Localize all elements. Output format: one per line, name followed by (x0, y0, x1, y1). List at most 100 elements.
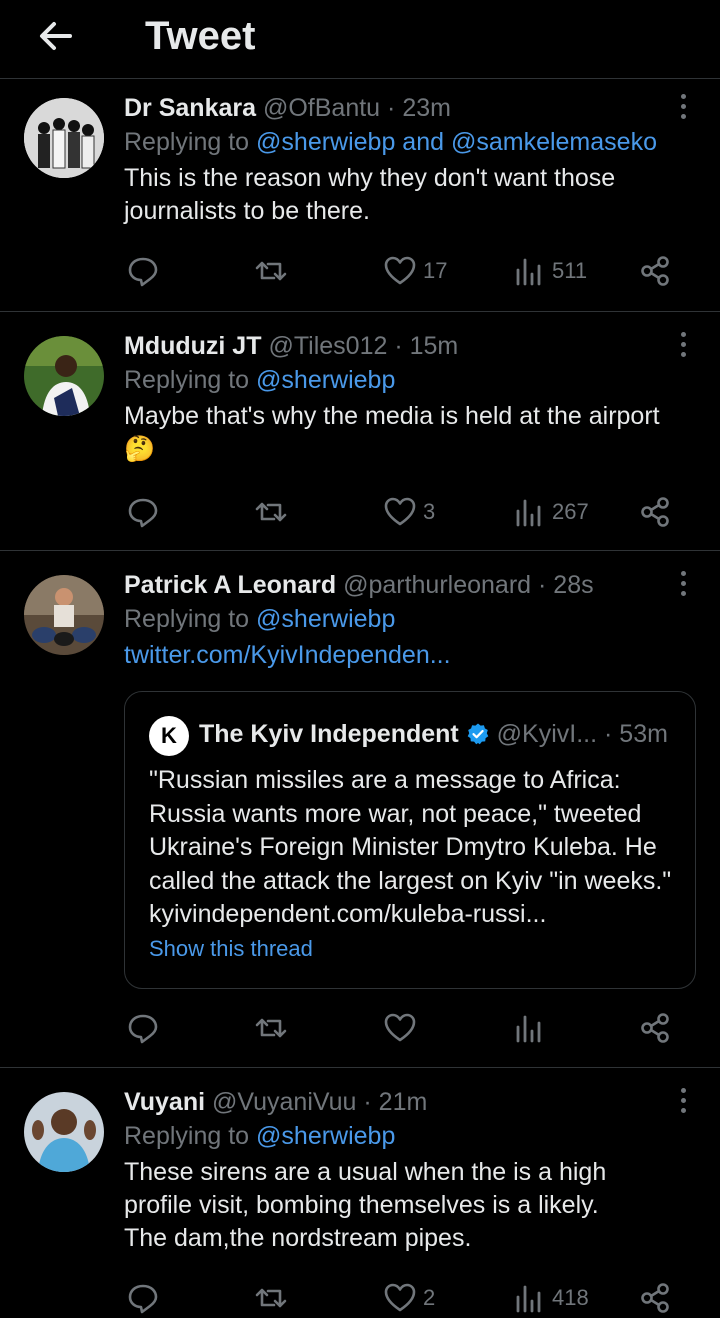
views-icon (516, 1015, 541, 1043)
share-icon (641, 1283, 669, 1313)
tweet-text: Maybe that's why the media is held at th… (124, 400, 696, 466)
avatar[interactable] (24, 1092, 104, 1172)
replying-to-label: Replying to (124, 605, 250, 633)
author-name[interactable]: Mduduzi JT (124, 332, 261, 360)
heart-icon (384, 256, 416, 285)
author-handle[interactable]: @OfBantu (263, 94, 380, 122)
retweet-button[interactable] (254, 1008, 288, 1048)
retweet-button[interactable] (254, 251, 288, 291)
replying-to-link[interactable]: @sherwiebp (256, 1122, 395, 1150)
replying-to: Replying to @sherwiebp (124, 601, 696, 637)
tweet-link[interactable]: twitter.com/KyivIndependen... (124, 639, 696, 672)
heart-icon (384, 1013, 416, 1042)
tweet-text: This is the reason why they don't want t… (124, 162, 696, 228)
quoted-author-logo: K (149, 716, 189, 756)
author-line: Mduduzi JT @Tiles012 · 15m (124, 330, 696, 362)
views-button[interactable]: 418 (512, 1278, 589, 1318)
tweet-text-line: This is the reason why they don't want t… (124, 164, 616, 192)
reply-button[interactable] (126, 492, 160, 532)
tweet-reply-1[interactable]: Dr Sankara @OfBantu · 23m Replying to @s… (0, 78, 720, 312)
replying-to-label: Replying to (124, 366, 250, 394)
author-line: Vuyani @VuyaniVuu · 21m (124, 1086, 696, 1118)
show-thread-link[interactable]: Show this thread (149, 936, 313, 962)
like-button[interactable] (383, 1008, 417, 1048)
tweet-text-line: journalists to be there. (124, 197, 370, 225)
author-handle[interactable]: @Tiles012 (268, 332, 387, 360)
avatar[interactable] (24, 98, 104, 178)
like-button[interactable]: 3 (383, 492, 435, 532)
avatar[interactable] (24, 575, 104, 655)
tweet-reply-4[interactable]: Vuyani @VuyaniVuu · 21m Replying to @she… (0, 1068, 720, 1314)
tweet-time: · 15m (394, 332, 459, 360)
views-count: 511 (552, 258, 588, 283)
views-button[interactable] (512, 1008, 546, 1048)
more-options-icon[interactable] (678, 332, 688, 360)
author-name[interactable]: Dr Sankara (124, 94, 256, 122)
more-options-icon[interactable] (678, 571, 688, 599)
quoted-author-name: The Kyiv Independent (199, 720, 459, 748)
tweet-text: These sirens are a usual when the is a h… (124, 1156, 696, 1255)
share-icon (641, 497, 669, 527)
retweet-icon (255, 1288, 287, 1308)
replying-to-label: Replying to (124, 128, 250, 156)
retweet-icon (255, 261, 287, 281)
back-arrow-icon[interactable] (36, 16, 76, 56)
quoted-author-handle: @KyivI... (496, 720, 598, 748)
heart-icon (384, 1283, 416, 1312)
replying-to-link[interactable]: @sherwiebp (256, 605, 395, 633)
reply-icon (128, 1284, 158, 1314)
tweet-time: · 23m (387, 94, 451, 122)
tweet-actions: 17 511 (124, 251, 684, 291)
verified-badge-icon (467, 723, 489, 745)
like-button[interactable]: 17 (383, 251, 447, 291)
views-icon (516, 258, 541, 286)
more-options-icon[interactable] (678, 1088, 688, 1116)
replying-to-label: Replying to (124, 1122, 250, 1150)
avatar[interactable] (24, 336, 104, 416)
replying-to-link[interactable]: @sherwiebp (256, 366, 395, 394)
reply-icon (128, 1014, 158, 1044)
author-name[interactable]: Patrick A Leonard (124, 571, 336, 599)
like-count: 3 (423, 499, 436, 524)
reply-icon (128, 257, 158, 287)
views-count: 418 (552, 1285, 589, 1310)
tweet-text-line: Maybe that's why the media is held at th… (124, 402, 660, 430)
reply-button[interactable] (126, 1278, 160, 1318)
author-handle[interactable]: @VuyaniVuu (212, 1088, 356, 1116)
tweet-actions: 2 418 (124, 1278, 684, 1318)
share-button[interactable] (638, 492, 672, 532)
more-options-icon[interactable] (678, 94, 688, 122)
quoted-author-line: The Kyiv Independent @KyivI... · 53m (199, 716, 668, 752)
views-button[interactable]: 267 (512, 492, 589, 532)
share-button[interactable] (638, 1278, 672, 1318)
author-handle[interactable]: @parthurleonard (343, 571, 531, 599)
tweet-time: · 28s (538, 571, 594, 599)
replying-to-link[interactable]: @sherwiebp and @samkelemaseko (256, 128, 657, 156)
tweet-text-line: profile visit, bombing themselves is a l… (124, 1191, 599, 1219)
retweet-button[interactable] (254, 492, 288, 532)
retweet-icon (255, 1018, 287, 1038)
author-name[interactable]: Vuyani (124, 1088, 205, 1116)
quoted-tweet-card[interactable]: K The Kyiv Independent @KyivI... · 53m "… (124, 691, 696, 989)
author-line: Patrick A Leonard @parthurleonard · 28s (124, 569, 696, 601)
like-count: 17 (423, 258, 448, 283)
tweet-text-line: These sirens are a usual when the is a h… (124, 1158, 607, 1186)
top-bar: Tweet (0, 0, 720, 79)
reply-button[interactable] (126, 1008, 160, 1048)
like-count: 2 (423, 1285, 436, 1310)
tweet-reply-3[interactable]: Patrick A Leonard @parthurleonard · 28s … (0, 551, 720, 1068)
share-button[interactable] (638, 251, 672, 291)
like-button[interactable]: 2 (383, 1278, 435, 1318)
reply-button[interactable] (126, 251, 160, 291)
quoted-tweet-time: · 53m (604, 720, 668, 748)
share-button[interactable] (638, 1008, 672, 1048)
tweet-time: · 21m (363, 1088, 428, 1116)
views-icon (516, 499, 541, 527)
views-count: 267 (552, 499, 589, 524)
tweet-actions: 3 267 (124, 492, 684, 532)
tweet-reply-2[interactable]: Mduduzi JT @Tiles012 · 15m Replying to @… (0, 312, 720, 551)
retweet-button[interactable] (254, 1278, 288, 1318)
views-button[interactable]: 511 (512, 251, 587, 291)
replying-to: Replying to @sherwiebp and @samkelemasek… (124, 124, 696, 160)
author-line: Dr Sankara @OfBantu · 23m (124, 92, 696, 124)
